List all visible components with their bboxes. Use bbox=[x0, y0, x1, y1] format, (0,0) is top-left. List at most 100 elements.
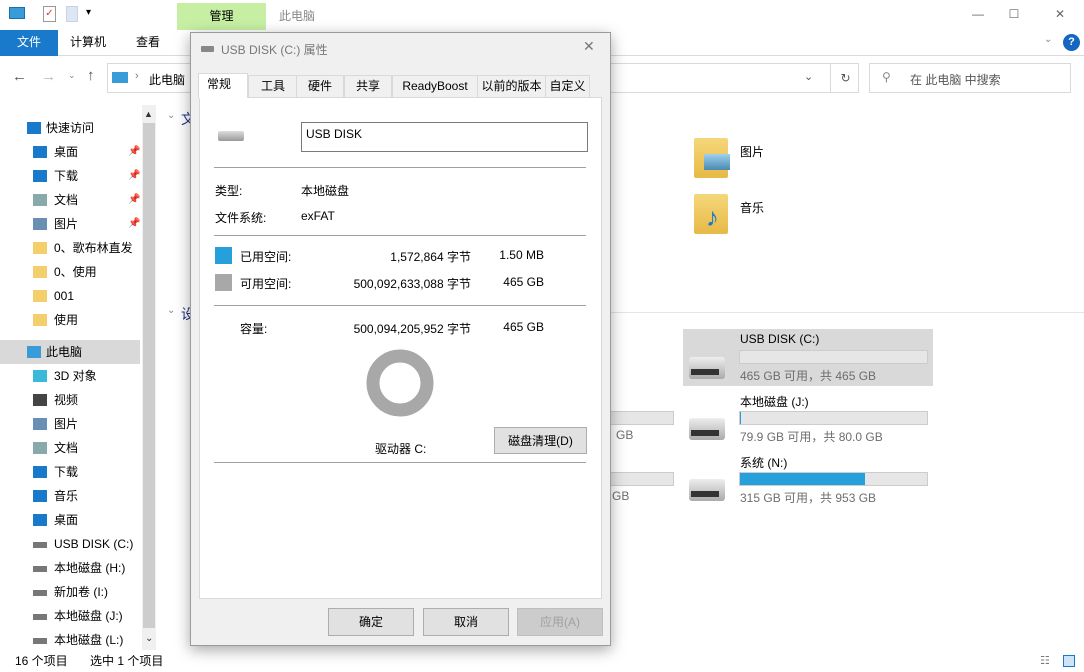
folders-section-chevron[interactable]: ⌄ bbox=[167, 110, 175, 121]
help-icon[interactable]: ? bbox=[1063, 34, 1080, 51]
general-tab-panel: USB DISK 类型: 本地磁盘 文件系统: exFAT 已用空间: 1,57… bbox=[199, 97, 602, 599]
nav-item[interactable]: USB DISK (C:) bbox=[0, 532, 140, 556]
divider bbox=[214, 167, 586, 168]
manage-context-tab[interactable]: 管理 bbox=[177, 3, 266, 30]
recent-locations-button[interactable]: ⌄ bbox=[68, 70, 76, 81]
drive-info-partial: GB bbox=[616, 428, 633, 442]
nav-item[interactable]: 文档 bbox=[0, 436, 140, 460]
dialog-tab[interactable]: 常规 bbox=[198, 73, 248, 98]
download-icon bbox=[33, 170, 47, 182]
volume-name-input[interactable]: USB DISK bbox=[301, 122, 588, 152]
nav-item[interactable]: 图片📌 bbox=[0, 212, 140, 236]
pin-icon: 📌 bbox=[128, 188, 140, 212]
nav-item[interactable]: 桌面 bbox=[0, 508, 140, 532]
nav-item[interactable]: 此电脑 bbox=[0, 340, 140, 364]
drive-tile[interactable]: 本地磁盘 (J:) 79.9 GB 可用，共 80.0 GB bbox=[683, 390, 933, 447]
folder-pictures[interactable]: 图片 bbox=[694, 138, 814, 182]
dialog-close-button[interactable]: ✕ bbox=[583, 38, 595, 55]
folder-music[interactable]: ♪ 音乐 bbox=[694, 194, 814, 238]
nav-item-label: 新加卷 (I:) bbox=[54, 580, 108, 604]
back-button[interactable]: ← bbox=[12, 68, 27, 85]
nav-item[interactable]: 本地磁盘 (J:) bbox=[0, 604, 140, 628]
tab-computer[interactable]: 计算机 bbox=[58, 30, 118, 56]
drive-icon bbox=[33, 590, 47, 596]
nav-item[interactable]: 0、歌布林直发 bbox=[0, 236, 140, 260]
disk-cleanup-button[interactable]: 磁盘清理(D) bbox=[494, 427, 587, 454]
nav-scrollbar[interactable]: ▲ ⌄ bbox=[142, 105, 156, 650]
status-bar: 16 个项目 选中 1 个项目 ☷ bbox=[0, 650, 1084, 672]
maximize-button[interactable]: ☐ bbox=[991, 0, 1037, 30]
nav-item[interactable]: 本地磁盘 (L:) bbox=[0, 628, 140, 652]
nav-item-label: 桌面 bbox=[54, 508, 78, 532]
drive-usage-bar bbox=[739, 411, 928, 425]
scroll-thumb[interactable] bbox=[143, 123, 155, 628]
nav-item[interactable]: 001 bbox=[0, 284, 140, 308]
nav-item[interactable]: 使用 bbox=[0, 308, 140, 332]
properties-dialog: USB DISK (C:) 属性 ✕ 常规工具硬件共享ReadyBoost以前的… bbox=[190, 32, 611, 646]
properties-icon[interactable]: ✓ bbox=[43, 6, 56, 22]
tab-view[interactable]: 查看 bbox=[124, 30, 172, 56]
capacity-bytes: 500,094,205,952 字节 bbox=[354, 320, 471, 337]
dialog-tab[interactable]: 共享 bbox=[344, 75, 392, 97]
new-folder-icon[interactable] bbox=[66, 6, 78, 22]
tab-file[interactable]: 文件 bbox=[0, 30, 58, 56]
breadcrumb-this-pc[interactable]: 此电脑 bbox=[149, 71, 185, 88]
nav-item[interactable]: 图片 bbox=[0, 412, 140, 436]
refresh-button[interactable]: ↻ bbox=[830, 64, 860, 92]
dialog-tab[interactable]: 工具 bbox=[248, 75, 298, 97]
drive-icon bbox=[33, 542, 47, 548]
free-space-ring bbox=[373, 356, 427, 410]
nav-item[interactable]: 快速访问 bbox=[0, 116, 140, 140]
dialog-tab[interactable]: 自定义 bbox=[545, 75, 590, 97]
drive-icon bbox=[33, 566, 47, 572]
devices-section-chevron[interactable]: ⌄ bbox=[167, 305, 175, 316]
music-folder-icon: ♪ bbox=[694, 194, 728, 234]
nav-item[interactable]: 0、使用 bbox=[0, 260, 140, 284]
up-button[interactable]: ↑ bbox=[87, 67, 95, 84]
dialog-tab[interactable]: 硬件 bbox=[296, 75, 344, 97]
nav-item-label: 本地磁盘 (L:) bbox=[54, 628, 123, 652]
nav-item[interactable]: 文档📌 bbox=[0, 188, 140, 212]
details-view-button[interactable]: ☷ bbox=[1040, 650, 1050, 672]
scroll-up-icon[interactable]: ▲ bbox=[144, 109, 153, 119]
computer-icon bbox=[9, 7, 25, 19]
dialog-tab[interactable]: ReadyBoost bbox=[392, 75, 478, 97]
document-icon bbox=[33, 442, 47, 454]
apply-button[interactable]: 应用(A) bbox=[517, 608, 603, 636]
close-button[interactable]: ✕ bbox=[1037, 0, 1083, 30]
cancel-button[interactable]: 取消 bbox=[423, 608, 509, 636]
nav-item[interactable]: 视频 bbox=[0, 388, 140, 412]
ok-button[interactable]: 确定 bbox=[328, 608, 414, 636]
expand-ribbon-icon[interactable]: ⌄ bbox=[1044, 34, 1052, 45]
nav-item[interactable]: 音乐 bbox=[0, 484, 140, 508]
music-icon bbox=[33, 490, 47, 502]
nav-item[interactable]: 下载 bbox=[0, 460, 140, 484]
search-box[interactable]: ⚲ 在 此电脑 中搜索 bbox=[869, 63, 1071, 93]
nav-item[interactable]: 本地磁盘 (H:) bbox=[0, 556, 140, 580]
nav-item-label: 快速访问 bbox=[46, 116, 94, 140]
drive-info-partial: GB bbox=[612, 489, 629, 503]
nav-item[interactable]: 下载📌 bbox=[0, 164, 140, 188]
pictures-folder-icon bbox=[694, 138, 728, 178]
drive-tile[interactable]: 系统 (N:) 315 GB 可用，共 953 GB bbox=[683, 451, 933, 508]
used-space-bytes: 1,572,864 字节 bbox=[390, 248, 471, 265]
forward-button[interactable]: → bbox=[41, 68, 56, 85]
address-dropdown-icon[interactable]: ⌄ bbox=[804, 70, 813, 83]
drive-name: 系统 (N:) bbox=[740, 454, 787, 471]
drive-info: 315 GB 可用，共 953 GB bbox=[740, 489, 876, 506]
nav-item-label: 视频 bbox=[54, 388, 78, 412]
nav-item-label: 图片 bbox=[54, 212, 78, 236]
drive-info: 79.9 GB 可用，共 80.0 GB bbox=[740, 428, 883, 445]
picture-icon bbox=[33, 218, 47, 230]
pin-icon: 📌 bbox=[128, 140, 140, 164]
nav-item[interactable]: 新加卷 (I:) bbox=[0, 580, 140, 604]
drive-usage-bar bbox=[739, 472, 928, 486]
drive-tile[interactable]: USB DISK (C:) 465 GB 可用，共 465 GB bbox=[683, 329, 933, 386]
dialog-tab[interactable]: 以前的版本 bbox=[477, 75, 546, 97]
large-icons-view-button[interactable] bbox=[1063, 655, 1075, 667]
nav-item[interactable]: 3D 对象 bbox=[0, 364, 140, 388]
drive-info: 465 GB 可用，共 465 GB bbox=[740, 367, 876, 384]
customize-toolbar-icon[interactable]: ▾ bbox=[86, 7, 91, 18]
nav-item[interactable]: 桌面📌 bbox=[0, 140, 140, 164]
scroll-down-icon[interactable]: ⌄ bbox=[145, 633, 153, 644]
